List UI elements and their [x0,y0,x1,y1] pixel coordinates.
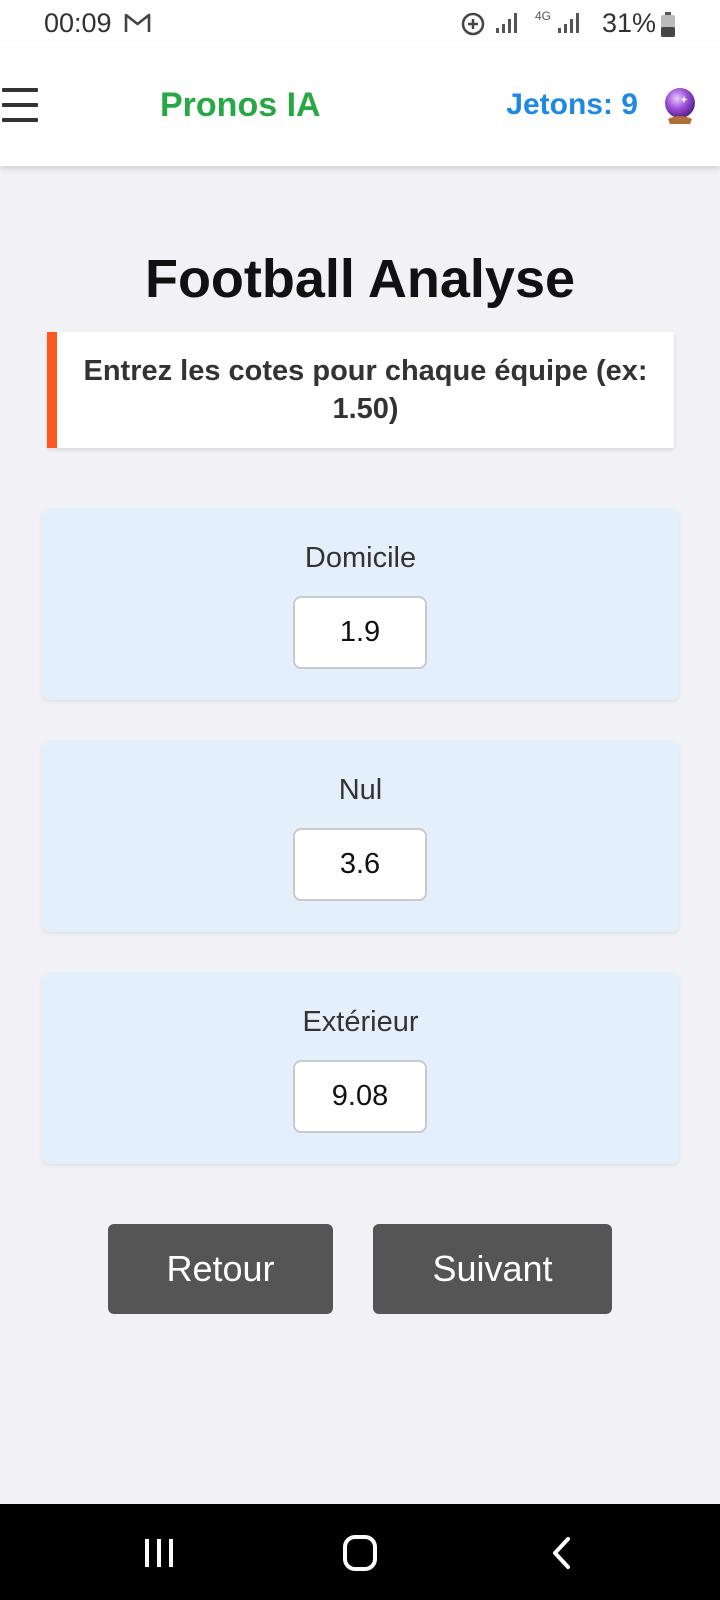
status-bar: 00:09 4G 31% [0,0,720,48]
odds-card-away: Extérieur [42,972,679,1164]
back-button[interactable]: Retour [108,1224,333,1314]
odds-label-home: Domicile [304,542,417,574]
system-nav-bar [0,1504,720,1600]
app-title: Pronos IA [160,86,321,124]
odds-card-draw: Nul [42,740,679,932]
recent-apps-icon[interactable] [142,1537,176,1569]
odds-input-home[interactable] [293,596,427,669]
network-type: 4G [534,9,551,23]
menu-icon[interactable] [0,88,38,122]
crystal-ball-icon [665,88,695,124]
page-title: Football Analyse [144,249,576,309]
battery-percent: 31% [602,8,657,38]
signal-icon [496,13,517,33]
gmail-icon [124,13,151,32]
status-time: 00:09 [44,8,112,38]
signal-icon [558,13,579,33]
next-button[interactable]: Suivant [373,1224,612,1314]
odds-label-away: Extérieur [302,1006,419,1038]
odds-input-away[interactable] [293,1060,427,1133]
odds-input-draw[interactable] [293,828,427,901]
back-icon[interactable] [550,1536,572,1570]
home-icon[interactable] [342,1534,378,1572]
app-header: Pronos IA Jetons: 9 [0,48,720,166]
tokens-count: Jetons: 9 [506,88,638,121]
odds-label-draw: Nul [338,774,383,806]
sync-icon [461,12,485,36]
battery-icon [661,12,675,37]
odds-card-home: Domicile [42,508,679,700]
instructions-notice: Entrez les cotes pour chaque équipe (ex:… [47,332,674,448]
